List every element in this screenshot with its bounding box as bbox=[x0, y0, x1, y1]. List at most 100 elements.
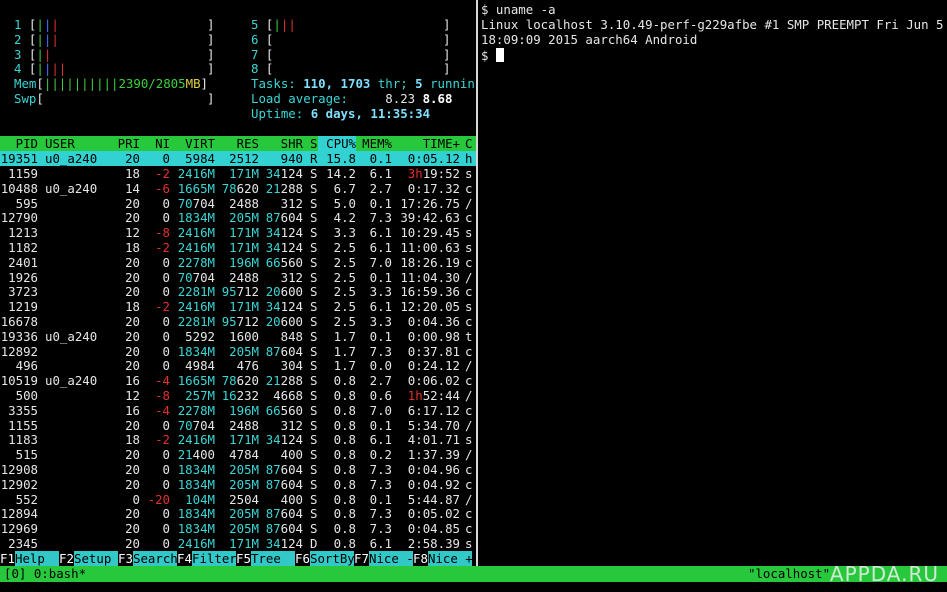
fkey-f1[interactable]: F1 bbox=[0, 551, 15, 566]
cell-text: 620 bbox=[236, 180, 259, 196]
cell-pid: 1182 bbox=[0, 240, 38, 255]
cell-ni: 0 bbox=[140, 270, 170, 285]
meter-bar: | bbox=[288, 17, 296, 32]
column-header-c[interactable]: C bbox=[465, 136, 475, 151]
table-row[interactable]: 3355 16 -4 2278M 196M 66560 S 0.8 7.0 6:17.12 c bbox=[0, 403, 476, 418]
column-header-cpu[interactable]: CPU% bbox=[318, 136, 356, 151]
selected-process-row[interactable]: 19351 u0_a240 20 0 5984 2512 940 R 15.8 0.1 0:05.1… bbox=[0, 151, 476, 166]
fkey-label[interactable]: Search bbox=[133, 551, 178, 566]
column-header-virt[interactable]: VIRT bbox=[170, 136, 215, 151]
table-row[interactable]: 1183 18 -2 2416M 171M 34124 S 0.8 6.1 4:01.71 s bbox=[0, 432, 476, 447]
column-header-pid[interactable]: PID bbox=[0, 136, 38, 151]
table-row[interactable]: 12892 20 0 1834M 205M 87604 S 1.7 7.3 0:37.81 c bbox=[0, 344, 476, 359]
cell-text: 87 bbox=[265, 210, 281, 226]
table-row[interactable]: 1219 18 -2 2416M 171M 34124 S 2.5 6.1 12:20.05 s bbox=[0, 299, 476, 314]
table-row[interactable]: 1159 18 -2 2416M 171M 34124 S 14.2 6.1 3h19:52 s bbox=[0, 166, 476, 181]
cell-text: -2 bbox=[155, 166, 170, 181]
pane-divider[interactable] bbox=[476, 0, 478, 566]
cell-shr: 87604 bbox=[259, 462, 303, 477]
fkey-label[interactable]: Nice + bbox=[428, 551, 473, 566]
fkey-f3[interactable]: F3 bbox=[118, 551, 133, 566]
fkey-label[interactable]: Filter bbox=[192, 551, 237, 566]
table-row[interactable]: 10488 u0_a240 14 -6 1665M 78620 21288 S 6.7 2.7 0:… bbox=[0, 181, 476, 196]
fkey-f5[interactable]: F5 bbox=[236, 551, 251, 566]
mem-used-value: 2390/2805 bbox=[118, 76, 186, 92]
process-table-header[interactable]: PID USER PRI NI VIRT RES SHR S CPU% MEM% TIME+ C bbox=[0, 136, 476, 151]
column-header-user[interactable]: USER bbox=[45, 136, 105, 151]
cell-res: 2488 bbox=[215, 196, 259, 211]
column-header-shr[interactable]: SHR bbox=[259, 136, 303, 151]
table-row[interactable]: 2345 20 0 2416M 171M 34124 D 0.8 6.1 2:58.39 s bbox=[0, 536, 476, 551]
cell-text: 0 bbox=[162, 521, 170, 537]
fkey-f4[interactable]: F4 bbox=[177, 551, 192, 566]
table-row[interactable]: 12894 20 0 1834M 205M 87604 S 0.8 7.3 0:05.02 c bbox=[0, 506, 476, 521]
table-row[interactable]: 3723 20 0 2281M 95712 20600 S 2.5 3.3 16:59.36 c bbox=[0, 284, 476, 299]
fkey-f6[interactable]: F6 bbox=[295, 551, 310, 566]
cell-text: 0.1 bbox=[369, 417, 392, 433]
cell-text: 66 bbox=[265, 254, 281, 270]
table-row[interactable]: 552 0 -20 104M 2504 400 S 0.8 0.1 5:44.87 / bbox=[0, 492, 476, 507]
cell-text: / bbox=[465, 195, 473, 211]
cell-text: 2.5 bbox=[333, 269, 356, 285]
table-row[interactable]: 19336 u0_a240 20 0 5292 1600 848 S 1.7 0.1 0:00.98… bbox=[0, 329, 476, 344]
cell-virt: 2416M bbox=[170, 166, 215, 181]
cell-cpu: 2.5 bbox=[318, 240, 356, 255]
watermark-logo: APPDA.RU bbox=[829, 562, 939, 586]
table-row[interactable]: 496 20 0 4984 476 304 S 1.7 0.0 0:24.12 / bbox=[0, 358, 476, 373]
shell-prompt[interactable]: $ bbox=[481, 48, 504, 63]
cell-text: -8 bbox=[155, 225, 170, 241]
fkey-label[interactable]: Tree bbox=[251, 551, 295, 566]
cell-text: S bbox=[310, 402, 318, 418]
table-row[interactable]: 1926 20 0 70704 2488 312 S 2.5 0.1 11:04.30/ bbox=[0, 270, 476, 285]
fkey-f7[interactable]: F7 bbox=[354, 551, 369, 566]
fkey-label[interactable]: Help bbox=[15, 551, 59, 566]
column-header-ni[interactable]: NI bbox=[140, 136, 170, 151]
table-row[interactable]: 595 20 0 70704 2488 312 S 5.0 0.1 17:26.75/ bbox=[0, 196, 476, 211]
table-row[interactable]: 1213 12 -8 2416M 171M 34124 S 3.3 6.1 10:29.45 s bbox=[0, 225, 476, 240]
table-row[interactable]: 16678 20 0 2281M 95712 20600 S 2.5 3.3 0:04.36 c bbox=[0, 314, 476, 329]
tmux-window-label[interactable]: [0] 0:bash* bbox=[4, 566, 86, 582]
table-row[interactable]: 12790 20 0 1834M 205M 87604 S 4.2 7.3 39:42.63 c bbox=[0, 210, 476, 225]
cell-text: 1834M bbox=[177, 521, 215, 537]
cell-text: 2416M bbox=[177, 299, 215, 315]
cell-text: 20 bbox=[125, 447, 140, 463]
column-header-res[interactable]: RES bbox=[215, 136, 259, 151]
table-row[interactable]: 1182 18 -2 2416M 171M 34124 S 2.5 6.1 11:00.63 s bbox=[0, 240, 476, 255]
fkey-f8[interactable]: F8 bbox=[413, 551, 428, 566]
cell-ni: -20 bbox=[140, 492, 170, 507]
cell-ni: 0 bbox=[140, 344, 170, 359]
cell-text: 4:01.71 bbox=[407, 432, 460, 448]
cell-ni: 0 bbox=[140, 418, 170, 433]
table-row[interactable]: 2401 20 0 2278M 196M 66560 S 2.5 7.0 18:26.19 c bbox=[0, 255, 476, 270]
table-row[interactable]: 515 20 0 21400 4784 400 S 0.8 0.2 1:37.39/ bbox=[0, 447, 476, 462]
cell-text: 0 bbox=[162, 358, 170, 374]
column-header-time[interactable]: TIME+ bbox=[392, 136, 460, 151]
cell-res: 171M bbox=[215, 166, 259, 181]
htop-pane[interactable]: 1 [|||] 2 [|||] 3 [||] 4 [||||] 5 [|||] 6 [] 7… bbox=[0, 0, 476, 566]
cell-ni: -8 bbox=[140, 225, 170, 240]
cell-virt: 2416M bbox=[170, 536, 215, 551]
cell-text: 1834M bbox=[177, 343, 215, 359]
column-header-mem[interactable]: MEM% bbox=[356, 136, 392, 151]
meter-bracket: ] bbox=[200, 76, 208, 92]
meter-bracket: [ bbox=[36, 76, 44, 92]
cell-c: / bbox=[465, 358, 475, 373]
cell-virt: 1834M bbox=[170, 462, 215, 477]
column-header-pri[interactable]: PRI bbox=[110, 136, 140, 151]
fkey-label[interactable]: Setup bbox=[74, 551, 118, 566]
cell-pid: 1926 bbox=[0, 270, 38, 285]
fkey-f2[interactable]: F2 bbox=[59, 551, 74, 566]
table-row[interactable]: 12908 20 0 1834M 205M 87604 S 0.8 7.3 0:04.96 c bbox=[0, 462, 476, 477]
function-key-bar[interactable]: F1 Help F2 Setup F3 Search F4 Filter F5 Tree F6… bbox=[0, 551, 476, 566]
table-row[interactable]: 1155 20 0 70704 2488 312 S 0.8 0.1 5:34.70/ bbox=[0, 418, 476, 433]
cell-time: 1h52:44 bbox=[392, 388, 460, 403]
cell-cpu: 0.8 bbox=[318, 477, 356, 492]
cell-text: 604 bbox=[280, 521, 303, 537]
table-row[interactable]: 12969 20 0 1834M 205M 87604 S 0.8 7.3 0:04.85 c bbox=[0, 521, 476, 536]
fkey-label[interactable]: SortBy bbox=[310, 551, 355, 566]
shell-pane[interactable]: $ uname -a Linux localhost 3.10.49-perf-… bbox=[479, 0, 947, 566]
fkey-label[interactable]: Nice - bbox=[369, 551, 414, 566]
table-row[interactable]: 500 12 -8 257M 16232 4668 S 0.8 0.6 1h52:44/ bbox=[0, 388, 476, 403]
table-row[interactable]: 12902 20 0 1834M 205M 87604 S 0.8 7.3 0:04.92 c bbox=[0, 477, 476, 492]
table-row[interactable]: 10519 u0_a240 16 -4 1665M 78620 21288 S 0.8 2.7 0:… bbox=[0, 373, 476, 388]
